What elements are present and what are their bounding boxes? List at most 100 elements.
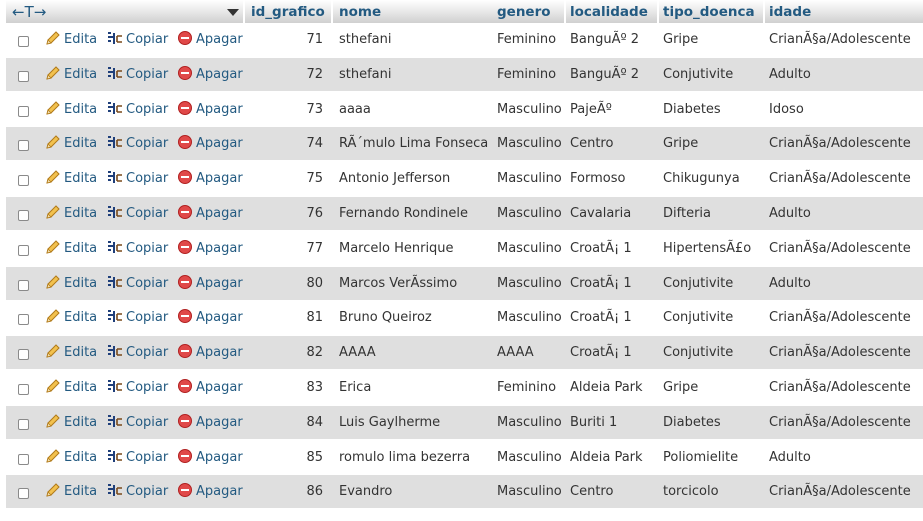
cell-localidade: Formoso	[570, 171, 626, 186]
table-row[interactable]: Edita Copiar Apagar 82 AAAA AAAA CroatÃ¡ 1 Conj…	[6, 336, 923, 369]
edit-button[interactable]: Edita	[45, 23, 97, 56]
chevron-down-icon[interactable]	[227, 9, 239, 16]
delete-label: Apagar	[196, 206, 243, 221]
row-checkbox[interactable]	[18, 280, 29, 291]
copy-button[interactable]: Copiar	[107, 336, 168, 369]
row-checkbox[interactable]	[18, 454, 29, 465]
table-row[interactable]: Edita Copiar Apagar 85 romulo lima bezerra Ma…	[6, 441, 923, 474]
column-header-localidade[interactable]: localidade	[570, 0, 648, 25]
delete-button[interactable]: Apagar	[177, 232, 243, 265]
delete-button[interactable]: Apagar	[177, 441, 243, 474]
row-checkbox[interactable]	[18, 349, 29, 360]
cell-nome: Marcos VerÃssimo	[339, 276, 458, 291]
cell-genero: AAAA	[497, 345, 534, 360]
edit-button[interactable]: Edita	[45, 406, 97, 439]
row-checkbox[interactable]	[18, 419, 29, 430]
delete-button[interactable]: Apagar	[177, 475, 243, 508]
column-header-idade[interactable]: idade	[769, 0, 811, 25]
cell-genero: Masculino	[497, 276, 562, 291]
copy-button[interactable]: Copiar	[107, 58, 168, 91]
row-checkbox[interactable]	[18, 36, 29, 47]
table-row[interactable]: Edita Copiar Apagar 77 Marcelo Henrique Mascu…	[6, 232, 923, 265]
copy-button[interactable]: Copiar	[107, 267, 168, 300]
edit-button[interactable]: Edita	[45, 441, 97, 474]
row-checkbox[interactable]	[18, 384, 29, 395]
table-row[interactable]: Edita Copiar Apagar 86 Evandro Masculino Centr…	[6, 475, 923, 508]
copy-button[interactable]: Copiar	[107, 197, 168, 230]
table-row[interactable]: Edita Copiar Apagar 73 aaaa Masculino PajeÃº Di…	[6, 93, 923, 126]
delete-button[interactable]: Apagar	[177, 336, 243, 369]
edit-button[interactable]: Edita	[45, 475, 97, 508]
column-header-genero[interactable]: genero	[497, 0, 551, 25]
table-row[interactable]: Edita Copiar Apagar 72 sthefani Feminino Bangu…	[6, 58, 923, 91]
sort-arrows[interactable]: ←T→	[12, 0, 46, 25]
copy-button[interactable]: Copiar	[107, 232, 168, 265]
delete-label: Apagar	[196, 345, 243, 360]
row-checkbox[interactable]	[18, 314, 29, 325]
delete-button[interactable]: Apagar	[177, 406, 243, 439]
delete-icon	[178, 449, 192, 463]
column-header-nome[interactable]: nome	[339, 0, 381, 25]
table-row[interactable]: Edita Copiar Apagar 84 Luis Gaylherme Masculi…	[6, 406, 923, 439]
edit-button[interactable]: Edita	[45, 336, 97, 369]
row-checkbox[interactable]	[18, 245, 29, 256]
pencil-icon	[46, 483, 60, 497]
copy-button[interactable]: Copiar	[107, 127, 168, 160]
edit-button[interactable]: Edita	[45, 127, 97, 160]
cell-genero: Masculino	[497, 136, 562, 151]
table-row[interactable]: Edita Copiar Apagar 75 Antonio Jefferson Masc…	[6, 162, 923, 195]
column-header-id_grafico[interactable]: id_grafico	[251, 0, 325, 25]
edit-label: Edita	[64, 450, 98, 465]
cell-tipo_doenca: Conjutivite	[663, 67, 734, 82]
copy-button[interactable]: Copiar	[107, 93, 168, 126]
delete-button[interactable]: Apagar	[177, 58, 243, 91]
edit-button[interactable]: Edita	[45, 371, 97, 404]
copy-button[interactable]: Copiar	[107, 441, 168, 474]
table-row[interactable]: Edita Copiar Apagar 71 sthefani Feminino Bangu…	[6, 23, 923, 56]
column-header-tipo_doenca[interactable]: tipo_doenca	[663, 0, 755, 25]
cell-genero: Masculino	[497, 450, 562, 465]
cell-genero: Masculino	[497, 484, 562, 499]
cell-idade: Adulto	[769, 276, 811, 291]
table-row[interactable]: Edita Copiar Apagar 83 Erica Feminino Aldeia P…	[6, 371, 923, 404]
cell-localidade: CroatÃ¡ 1	[570, 241, 632, 256]
copy-button[interactable]: Copiar	[107, 23, 168, 56]
delete-button[interactable]: Apagar	[177, 197, 243, 230]
edit-button[interactable]: Edita	[45, 232, 97, 265]
row-checkbox[interactable]	[18, 210, 29, 221]
copy-button[interactable]: Copiar	[107, 162, 168, 195]
delete-button[interactable]: Apagar	[177, 23, 243, 56]
row-checkbox[interactable]	[18, 140, 29, 151]
delete-icon	[178, 344, 192, 358]
table-row[interactable]: Edita Copiar Apagar 80 Marcos VerÃssimo Mascu…	[6, 267, 923, 300]
table-row[interactable]: Edita Copiar Apagar 74 RÃ´mulo Lima Fonseca M…	[6, 127, 923, 160]
edit-button[interactable]: Edita	[45, 58, 97, 91]
edit-button[interactable]: Edita	[45, 197, 97, 230]
copy-button[interactable]: Copiar	[107, 301, 168, 334]
copy-button[interactable]: Copiar	[107, 475, 168, 508]
edit-label: Edita	[64, 67, 98, 82]
edit-button[interactable]: Edita	[45, 301, 97, 334]
delete-button[interactable]: Apagar	[177, 301, 243, 334]
edit-button[interactable]: Edita	[45, 162, 97, 195]
delete-button[interactable]: Apagar	[177, 371, 243, 404]
table-row[interactable]: Edita Copiar Apagar 81 Bruno Queiroz Masculin…	[6, 301, 923, 334]
cell-id_grafico: 73	[306, 102, 323, 117]
edit-button[interactable]: Edita	[45, 93, 97, 126]
delete-button[interactable]: Apagar	[177, 93, 243, 126]
row-checkbox[interactable]	[18, 71, 29, 82]
copy-label: Copiar	[126, 345, 169, 360]
delete-label: Apagar	[196, 102, 243, 117]
row-checkbox[interactable]	[18, 175, 29, 186]
edit-label: Edita	[64, 171, 98, 186]
row-checkbox[interactable]	[18, 106, 29, 117]
delete-button[interactable]: Apagar	[177, 162, 243, 195]
delete-button[interactable]: Apagar	[177, 127, 243, 160]
edit-button[interactable]: Edita	[45, 267, 97, 300]
row-checkbox[interactable]	[18, 488, 29, 499]
copy-button[interactable]: Copiar	[107, 371, 168, 404]
table-row[interactable]: Edita Copiar Apagar 76 Fernando Rondinele Mas…	[6, 197, 923, 230]
delete-label: Apagar	[196, 241, 243, 256]
delete-button[interactable]: Apagar	[177, 267, 243, 300]
copy-button[interactable]: Copiar	[107, 406, 168, 439]
